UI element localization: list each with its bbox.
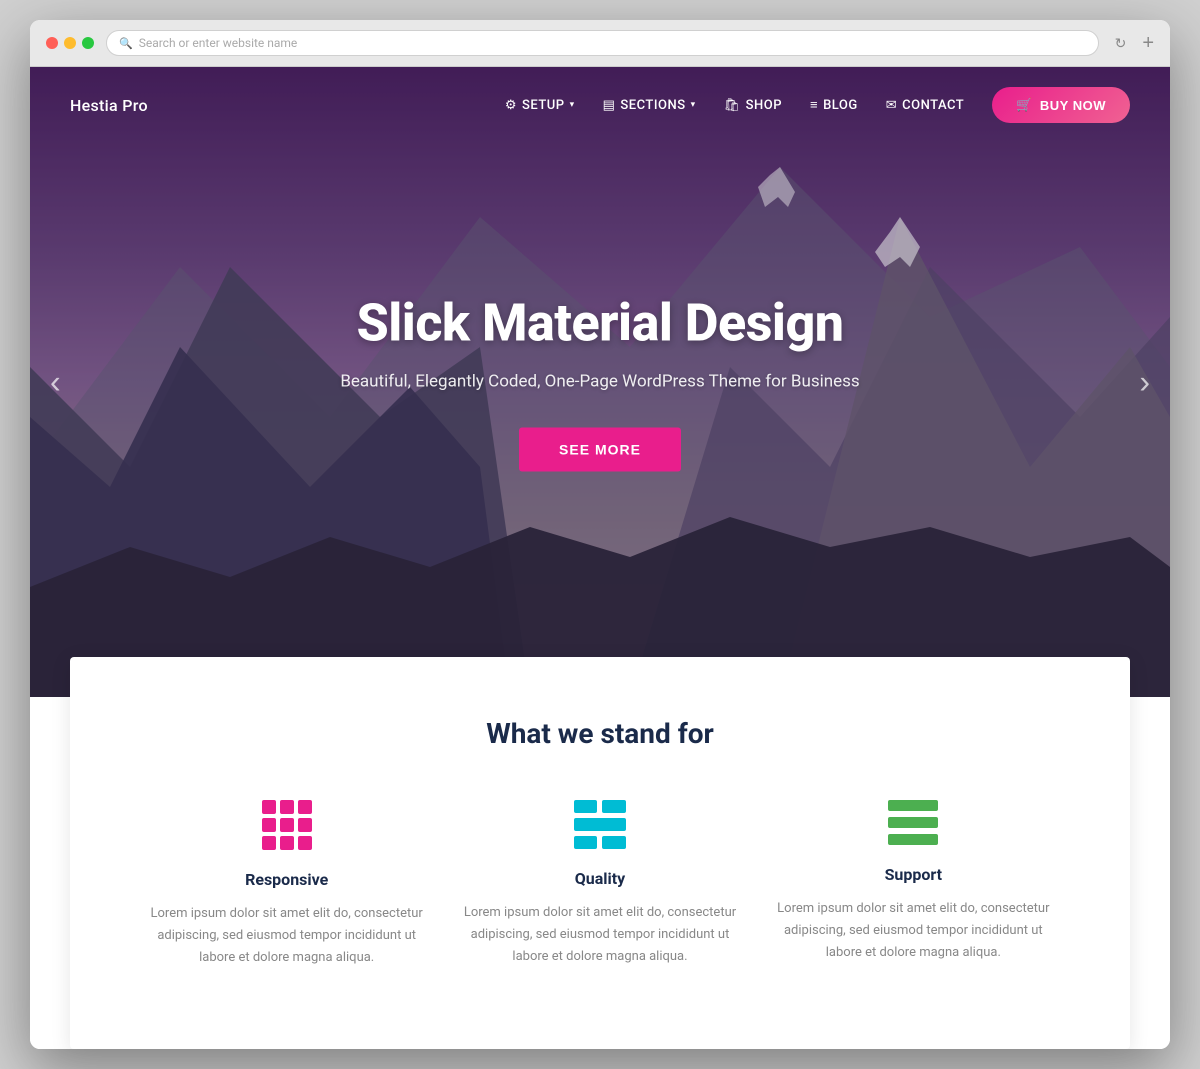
refresh-button[interactable]: ↻ (1111, 35, 1131, 52)
responsive-icon-wrap (150, 800, 423, 850)
quality-icon (574, 800, 626, 849)
shop-icon: 🛍 (724, 98, 741, 113)
search-icon: 🔍 (119, 37, 133, 50)
features-section-title: What we stand for (150, 717, 1050, 750)
nav-item-setup[interactable]: ⚙ SETUP ▾ (505, 98, 575, 113)
feature-quality-title: Quality (463, 869, 736, 888)
navbar: Hestia Pro ⚙ SETUP ▾ ▤ SECTIONS ▾ 🛍 SHO (30, 67, 1170, 143)
mail-icon: ✉ (886, 98, 897, 113)
carousel-next-button[interactable]: › (1139, 364, 1150, 401)
feature-support-title: Support (777, 865, 1050, 884)
nav-item-contact[interactable]: ✉ CONTACT (886, 98, 964, 113)
nav-item-blog[interactable]: ≡ BLOG (810, 97, 858, 113)
new-tab-button[interactable]: + (1142, 32, 1154, 55)
blog-icon: ≡ (810, 97, 818, 113)
chevron-down-icon: ▾ (570, 100, 575, 110)
website-content: Hestia Pro ⚙ SETUP ▾ ▤ SECTIONS ▾ 🛍 SHO (30, 67, 1170, 1049)
browser-dots (46, 37, 94, 49)
features-section: What we stand for (70, 657, 1130, 1049)
hero-content: Slick Material Design Beautiful, Elegant… (30, 293, 1170, 472)
maximize-dot[interactable] (82, 37, 94, 49)
hero-subtitle: Beautiful, Elegantly Coded, One-Page Wor… (50, 372, 1150, 392)
navbar-nav: ⚙ SETUP ▾ ▤ SECTIONS ▾ 🛍 SHOP ≡ (505, 87, 1130, 123)
nav-item-sections[interactable]: ▤ SECTIONS ▾ (603, 98, 696, 113)
gear-icon: ⚙ (505, 98, 517, 113)
nav-item-shop[interactable]: 🛍 SHOP (724, 98, 782, 113)
close-dot[interactable] (46, 37, 58, 49)
feature-support-desc: Lorem ipsum dolor sit amet elit do, cons… (777, 898, 1050, 964)
support-icon-wrap (777, 800, 1050, 845)
feature-support: Support Lorem ipsum dolor sit amet elit … (777, 800, 1050, 969)
cart-icon: 🛒 (1016, 97, 1033, 113)
buy-now-button[interactable]: 🛒 BUY NOW (992, 87, 1130, 123)
feature-responsive: Responsive Lorem ipsum dolor sit amet el… (150, 800, 423, 969)
chevron-down-icon: ▾ (691, 100, 696, 110)
browser-chrome: 🔍 Search or enter website name ↻ + (30, 20, 1170, 67)
see-more-button[interactable]: SEE MORE (519, 428, 681, 472)
feature-responsive-title: Responsive (150, 870, 423, 889)
carousel-prev-button[interactable]: ‹ (50, 364, 61, 401)
grid-icon (262, 800, 312, 850)
feature-quality-desc: Lorem ipsum dolor sit amet elit do, cons… (463, 902, 736, 968)
nav-buy-button-wrap: 🛒 BUY NOW (992, 87, 1130, 123)
hero-title: Slick Material Design (50, 293, 1150, 354)
sections-icon: ▤ (603, 98, 616, 113)
address-bar[interactable]: 🔍 Search or enter website name (106, 30, 1099, 56)
minimize-dot[interactable] (64, 37, 76, 49)
features-grid: Responsive Lorem ipsum dolor sit amet el… (150, 800, 1050, 969)
feature-responsive-desc: Lorem ipsum dolor sit amet elit do, cons… (150, 903, 423, 969)
address-text: Search or enter website name (139, 36, 298, 50)
hero-section: Hestia Pro ⚙ SETUP ▾ ▤ SECTIONS ▾ 🛍 SHO (30, 67, 1170, 697)
feature-quality: Quality Lorem ipsum dolor sit amet elit … (463, 800, 736, 969)
support-icon (888, 800, 938, 845)
navbar-brand[interactable]: Hestia Pro (70, 96, 148, 115)
quality-icon-wrap (463, 800, 736, 849)
browser-window: 🔍 Search or enter website name ↻ + (30, 20, 1170, 1049)
